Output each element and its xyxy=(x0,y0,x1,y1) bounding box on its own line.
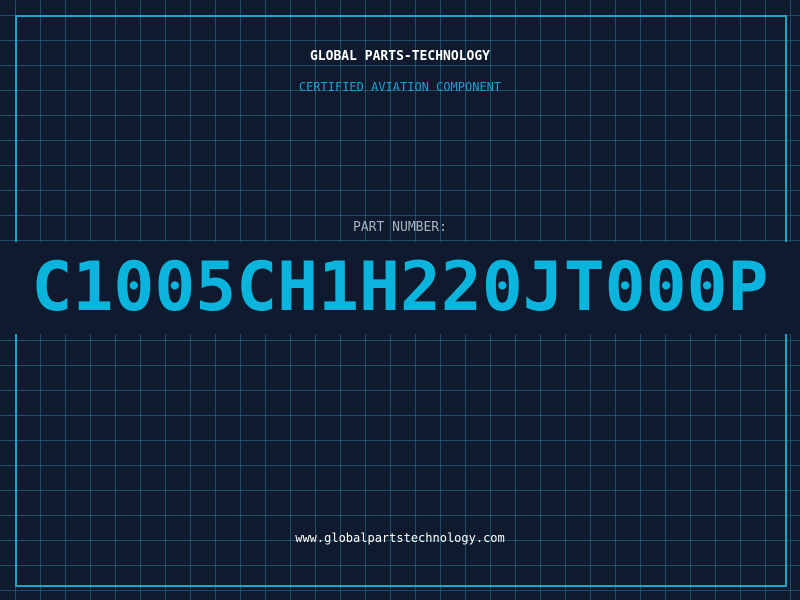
part-number-label: PART NUMBER: xyxy=(353,220,447,235)
brand-tagline: CERTIFIED AVIATION COMPONENT xyxy=(298,80,502,94)
part-card: GLOBAL PARTS-TECHNOLOGY CERTIFIED AVIATI… xyxy=(0,0,800,600)
website-url: www.globalpartstechnology.com xyxy=(295,531,505,545)
brand-name: GLOBAL PARTS-TECHNOLOGY xyxy=(309,49,490,64)
part-number-value: C1005CH1H220JT000P xyxy=(31,248,769,327)
